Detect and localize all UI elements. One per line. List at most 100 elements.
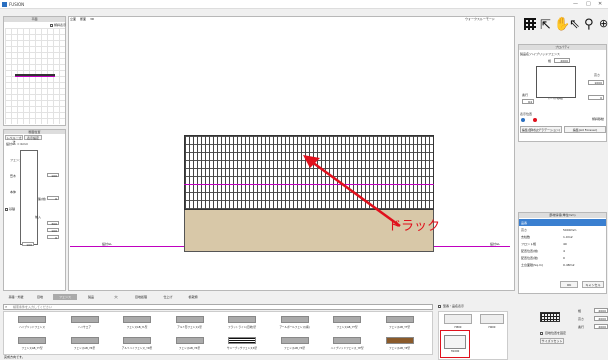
product-item[interactable]: フェンスAB_YT型 <box>376 313 424 332</box>
tab-elevation[interactable]: 立面 <box>70 17 76 21</box>
edit-gradation-button[interactable]: 編集(部材はグラデーション) <box>520 126 562 133</box>
product-item[interactable]: サニーブックフェンスS型 <box>218 334 266 353</box>
product-item[interactable]: フェンスAB_YS型 <box>271 334 319 353</box>
product-thumb <box>385 316 414 323</box>
product-label: アルミ形フェンスL型 <box>177 326 202 329</box>
section-settings-header: 断面位置 <box>4 130 65 134</box>
minimize-button[interactable]: — <box>573 1 578 7</box>
walkthrough-label[interactable]: ウォークスルーモード <box>465 17 495 21</box>
section-preview <box>20 150 38 245</box>
tab-finish[interactable]: 仕上げ <box>157 294 179 300</box>
product-item[interactable]: フェンスAB_YP型 <box>376 334 424 353</box>
foundation-checkbox[interactable] <box>5 208 8 211</box>
body-label: 本体 <box>10 190 17 194</box>
hand-icon[interactable]: ✋ <box>554 17 570 32</box>
product-item[interactable]: アールボールフェンス(横) <box>271 313 319 332</box>
product-label: フェンスAB_YL型 <box>126 326 148 329</box>
product-thumb <box>280 337 309 344</box>
product-item[interactable]: アルミ形フェンスL型 <box>166 313 214 332</box>
slope-checkbox-label: 傾斜表示 <box>54 23 67 27</box>
height-label: 高さ <box>594 73 601 77</box>
tab-fence[interactable]: フェンス <box>53 294 77 300</box>
foundation-label: 基礎 <box>9 207 16 211</box>
product-label: フェンスAB_YT型 <box>336 326 358 329</box>
product-item[interactable]: フェンスAB_YR型 <box>166 334 214 353</box>
variant-label: H600 <box>488 326 496 329</box>
width-label: 幅 <box>548 59 552 63</box>
cancel-button[interactable]: キャンセル <box>582 281 604 288</box>
product-thumb <box>70 337 99 344</box>
radio-blue[interactable] <box>521 118 525 122</box>
arrow-cursor-icon[interactable]: ⇱ <box>540 18 551 33</box>
tab-display[interactable]: 表示設定 <box>24 135 42 140</box>
depth-field[interactable]: 64 <box>522 99 534 104</box>
tab-product[interactable]: 製品 <box>80 294 102 300</box>
product-thumb <box>175 337 204 344</box>
tab-section[interactable]: 断面 <box>80 17 86 21</box>
product-thumb <box>228 316 256 323</box>
product-thumb <box>280 316 309 323</box>
member-row-label: 品番 <box>521 221 528 225</box>
width-field[interactable]: 2000 <box>554 58 570 63</box>
member-info-header: 部材情報(単位mm) <box>519 213 606 218</box>
product-item[interactable]: フェンスAB_YY型 <box>8 334 56 353</box>
size-reset-button[interactable]: サイズリセット <box>540 338 564 344</box>
product-thumb <box>18 337 46 344</box>
level-move-field[interactable]: 0 <box>588 95 604 100</box>
bottom-depth-field[interactable]: 2000 <box>594 324 608 329</box>
product-label: アールボールフェンス(横) <box>279 326 310 329</box>
product-item[interactable]: ハイサエア <box>61 313 109 332</box>
product-thumb <box>333 337 361 344</box>
gl-label: 設計GL = 0mm <box>6 142 29 146</box>
ok-button[interactable]: OK <box>560 281 578 288</box>
product-name-checkbox-label: 型番・品名表示 <box>443 304 465 308</box>
pointer-icon[interactable]: ⇖ <box>569 17 580 32</box>
radio-red[interactable] <box>533 118 537 122</box>
variant-item-h600[interactable] <box>480 314 504 324</box>
edit-forever-button[interactable]: 編集(Ad Forever) <box>564 126 606 133</box>
bottom-field[interactable]: 100 <box>22 242 34 247</box>
product-label: フェンスAB_YP型 <box>389 347 410 350</box>
tab-joint-process[interactable]: 目地処理 <box>128 294 154 300</box>
tab-plants[interactable]: 植栽類 <box>182 294 204 300</box>
tab-hole[interactable]: 穴 <box>107 294 125 300</box>
tab-3d[interactable]: 3D <box>90 17 94 21</box>
member-row-selected[interactable] <box>519 219 606 226</box>
maximize-button[interactable]: □ <box>586 1 591 7</box>
product-item[interactable]: ハイブリッドフェンス_YP型 <box>323 334 371 353</box>
product-label: フェンスAB_YT型 <box>389 326 410 329</box>
kasagi-field[interactable]: 100 <box>47 173 59 178</box>
product-item[interactable]: フェンスAB_YR型 <box>61 334 109 353</box>
zoom-icon[interactable]: ⊕ <box>599 17 608 30</box>
product-item[interactable]: フェンスAB_YL型 <box>113 313 161 332</box>
bottom-width-field[interactable]: 2000 <box>594 308 608 313</box>
fix-joint-label: 目地位置を固定 <box>545 331 567 335</box>
member-row-value: 1.0m2 <box>563 235 573 239</box>
product-label: フラットライン(目地)型 <box>228 326 256 329</box>
product-item[interactable]: フェンスAB_YT型 <box>323 313 371 332</box>
product-name-checkbox[interactable] <box>438 305 441 308</box>
product-label: アルミハイフェンス_YR型 <box>121 347 153 350</box>
pin-icon[interactable]: ⚲ <box>584 17 594 32</box>
variant-label: H1000 <box>450 350 460 353</box>
variant-item-h800[interactable] <box>444 314 472 324</box>
grid-icon[interactable] <box>524 18 536 30</box>
product-item[interactable]: ハイブリッドフェンス <box>8 313 56 332</box>
tab-joint[interactable]: 目地 <box>30 294 50 300</box>
front-field[interactable]: 300 <box>47 221 59 226</box>
bottom-height-field[interactable]: 2000 <box>594 316 608 321</box>
tab-foundation[interactable]: 基礎・外壁 <box>5 294 27 300</box>
front-field-2[interactable]: 100 <box>47 228 59 233</box>
close-button[interactable]: ✕ <box>598 1 602 7</box>
product-label: ハイブリッドフェンス <box>19 326 45 329</box>
search-input[interactable] <box>13 305 413 309</box>
height-field[interactable]: 1000 <box>588 80 604 85</box>
product-item[interactable]: アルミハイフェンス_YR型 <box>113 334 161 353</box>
tab-level[interactable]: レベル・寸法 <box>5 135 23 144</box>
product-name-value: ハイブリッドフェンス <box>530 52 560 56</box>
product-item[interactable]: フラットライン(目地)型 <box>218 313 266 332</box>
front-field-3[interactable]: 0 <box>47 235 59 240</box>
fix-joint-checkbox[interactable] <box>540 332 543 335</box>
slope-checkbox[interactable] <box>50 24 53 27</box>
ground-front-field[interactable]: 0 <box>47 196 59 201</box>
